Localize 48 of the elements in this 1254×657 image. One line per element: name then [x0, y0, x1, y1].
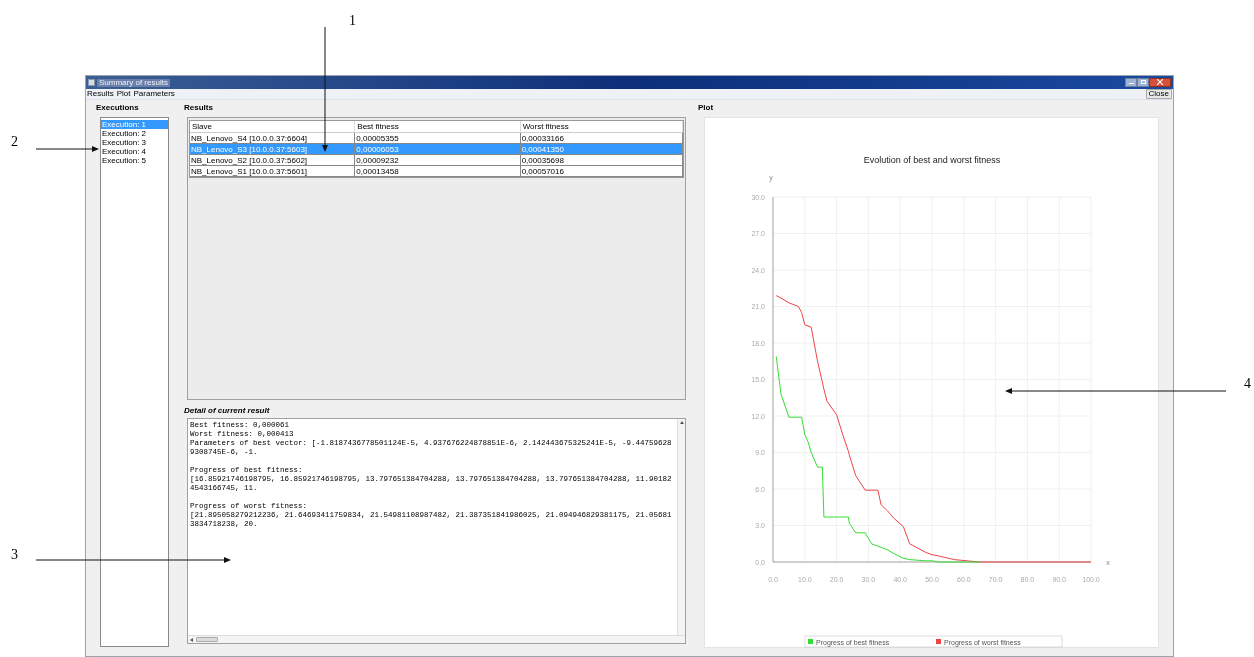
table-cell: NB_Lenovo_S2 [10.0.0.37:5602] — [190, 155, 356, 165]
section-title: Executions — [96, 103, 140, 114]
legend-swatch — [936, 639, 941, 644]
menu-item[interactable]: Results — [87, 90, 114, 98]
menu-item[interactable]: Plot — [116, 90, 131, 98]
list-item[interactable]: Execution: 4 — [101, 147, 168, 156]
table-cell: NB_Lenovo_S4 [10.0.0.37:6604] — [190, 133, 356, 143]
list-item[interactable]: Execution: 5 — [101, 156, 168, 165]
window-title: Summary of results — [97, 78, 170, 87]
table-cell: 0,00009232 — [355, 155, 521, 165]
section-title: Results — [184, 103, 214, 114]
app-icon — [88, 79, 95, 86]
table-cell: NB_Lenovo_S1 [10.0.0.37:5601] — [190, 166, 356, 176]
callout-number: 1 — [349, 14, 356, 28]
table-cell: 0,00041350 — [520, 144, 683, 154]
column-header[interactable]: Best fitness — [355, 121, 521, 132]
section-title: Plot — [698, 103, 715, 114]
table-cell: 0,00033166 — [520, 133, 683, 143]
scroll-thumb[interactable] — [196, 637, 218, 642]
close-icon[interactable] — [1149, 77, 1171, 87]
callout-number: 3 — [11, 548, 18, 562]
table-cell: 0,00005355 — [355, 133, 521, 143]
scroll-up-icon[interactable] — [679, 421, 684, 424]
vertical-scrollbar[interactable] — [677, 419, 685, 636]
maximize-button[interactable] — [1137, 77, 1149, 87]
section-title: Detail of current result — [184, 406, 271, 417]
table-row[interactable]: NB_Lenovo_S2 [10.0.0.37:5602] 0,00009232 0,00035698 — [190, 155, 683, 166]
list-item[interactable]: Execution: 3 — [101, 138, 168, 147]
table-cell: 0,00035698 — [520, 155, 683, 165]
table-row[interactable]: NB_Lenovo_S4 [10.0.0.37:6604] 0,00005355 0,00033166 — [190, 133, 683, 144]
column-header[interactable]: Slave — [190, 121, 356, 132]
callout-arrow — [35, 146, 99, 152]
table-cell: 0,00006053 — [355, 144, 521, 154]
table-cell: 0,00057016 — [520, 166, 683, 176]
table-row[interactable]: NB_Lenovo_S1 [10.0.0.37:5601] 0,00013458 0,00057016 — [190, 166, 683, 177]
chart-title: Evolution of best and worst fitness — [863, 155, 1001, 165]
scroll-left-icon[interactable] — [190, 637, 193, 642]
minimize-button[interactable] — [1125, 77, 1137, 87]
menu-item[interactable]: Parameters — [133, 90, 175, 98]
callout-number: 4 — [1244, 377, 1251, 391]
column-header[interactable]: Worst fitness — [520, 121, 683, 132]
table-cell: 0,00013458 — [355, 166, 521, 176]
legend-swatch — [808, 639, 813, 644]
close-button[interactable]: Close — [1145, 89, 1172, 99]
horizontal-scrollbar[interactable] — [188, 635, 685, 643]
detail-text-area[interactable] — [187, 418, 686, 644]
callout-number: 2 — [11, 135, 18, 149]
list-item[interactable]: Execution: 2 — [101, 129, 168, 138]
